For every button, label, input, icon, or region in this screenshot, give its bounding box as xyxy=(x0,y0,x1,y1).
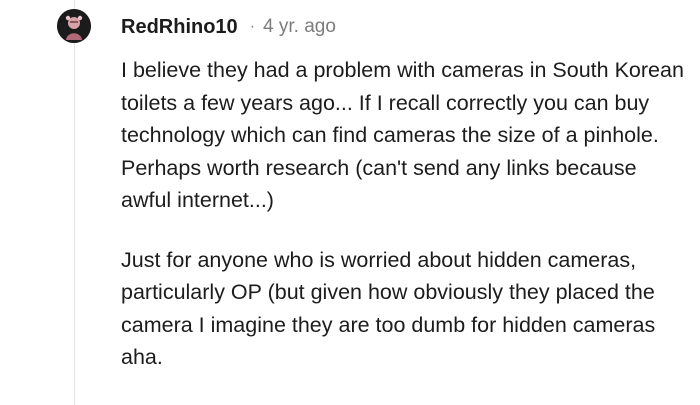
timestamp-link[interactable]: 4 yr. ago xyxy=(263,16,336,38)
user-avatar-icon[interactable] xyxy=(57,9,91,43)
comment-paragraph-1: I believe they had a problem with camera… xyxy=(121,58,684,212)
comment: RedRhino10 · 4 yr. ago I believe they ha… xyxy=(0,0,700,405)
comment-paragraph-2: Just for anyone who is worried about hid… xyxy=(121,247,656,370)
meta-separator: · xyxy=(249,18,256,35)
comment-header: RedRhino10 · 4 yr. ago xyxy=(121,12,336,42)
comment-body: I believe they had a problem with camera… xyxy=(121,54,686,374)
avatar-image xyxy=(57,9,91,43)
username-link[interactable]: RedRhino10 xyxy=(121,16,238,39)
